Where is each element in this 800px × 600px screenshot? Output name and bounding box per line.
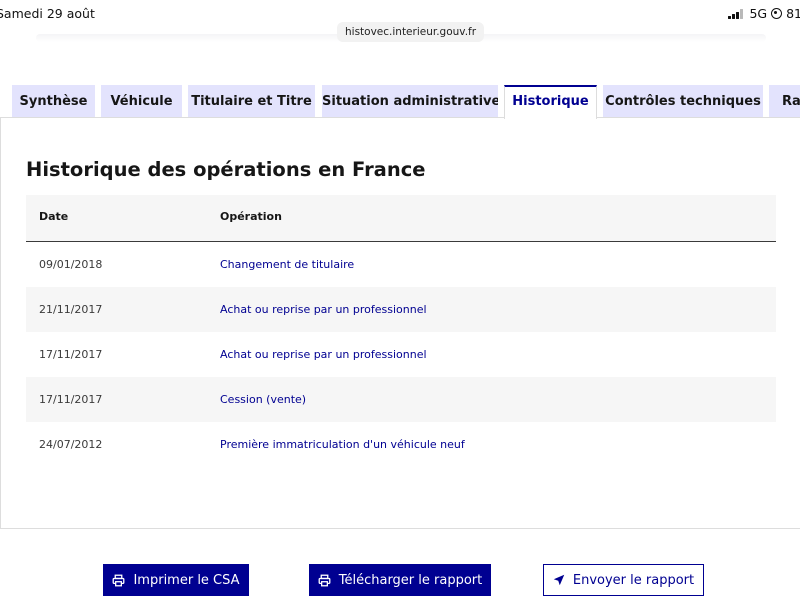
print-csa-button[interactable]: Imprimer le CSA bbox=[103, 564, 249, 596]
print-csa-label: Imprimer le CSA bbox=[133, 572, 240, 588]
tab-bar: Synthèse Véhicule Titulaire et Titre Sit… bbox=[0, 85, 800, 119]
row-date: 09/01/2018 bbox=[39, 258, 103, 271]
tab-situation-administrative[interactable]: Situation administrative bbox=[322, 85, 498, 118]
page-title: Historique des opérations en France bbox=[26, 158, 426, 181]
row-date: 24/07/2012 bbox=[39, 438, 103, 451]
printer-icon bbox=[318, 574, 331, 586]
column-header-date: Date bbox=[39, 210, 69, 223]
row-operation: Achat ou reprise par un professionnel bbox=[220, 348, 427, 361]
row-date: 17/11/2017 bbox=[39, 393, 103, 406]
send-report-label: Envoyer le rapport bbox=[572, 572, 695, 588]
table-header: Date Opération bbox=[26, 195, 776, 242]
row-date: 17/11/2017 bbox=[39, 348, 103, 361]
table-row: 21/11/2017 Achat ou reprise par un profe… bbox=[26, 287, 776, 332]
signal-strength-icon bbox=[728, 8, 744, 19]
tab-vehicule[interactable]: Véhicule bbox=[101, 85, 182, 118]
send-arrow-icon bbox=[553, 574, 565, 586]
download-report-label: Télécharger le rapport bbox=[338, 572, 483, 588]
tab-synthese[interactable]: Synthèse bbox=[12, 85, 95, 118]
printer-icon bbox=[113, 574, 125, 586]
status-indicators: 5G 81 bbox=[728, 6, 800, 21]
table-row: 17/11/2017 Achat ou reprise par un profe… bbox=[26, 332, 776, 377]
row-date: 21/11/2017 bbox=[39, 303, 103, 316]
row-operation: Achat ou reprise par un professionnel bbox=[220, 303, 427, 316]
download-report-button[interactable]: Télécharger le rapport bbox=[309, 564, 491, 596]
tab-historique[interactable]: Historique bbox=[504, 85, 597, 119]
battery-level: 81 bbox=[786, 6, 800, 21]
send-report-button[interactable]: Envoyer le rapport bbox=[543, 564, 704, 596]
network-type: 5G bbox=[749, 6, 768, 21]
history-table: Date Opération 09/01/2018 Changement de … bbox=[26, 195, 776, 467]
table-row: 17/11/2017 Cession (vente) bbox=[26, 377, 776, 422]
tab-titulaire-titre[interactable]: Titulaire et Titre bbox=[188, 85, 315, 118]
history-panel: Historique des opérations en France Date… bbox=[0, 117, 800, 529]
column-header-operation: Opération bbox=[220, 210, 282, 223]
tab-controles-techniques[interactable]: Contrôles techniques bbox=[603, 85, 763, 118]
table-row: 09/01/2018 Changement de titulaire bbox=[26, 242, 776, 287]
location-icon bbox=[771, 8, 783, 19]
row-operation: Changement de titulaire bbox=[220, 258, 355, 271]
row-operation: Cession (vente) bbox=[220, 393, 307, 406]
tab-rapport[interactable]: Rapport bbox=[769, 85, 800, 118]
url-bar[interactable]: histovec.interieur.gouv.fr bbox=[337, 22, 485, 42]
table-row: 24/07/2012 Première immatriculation d'un… bbox=[26, 422, 776, 467]
row-operation: Première immatriculation d'un véhicule n… bbox=[220, 438, 465, 451]
status-date: Samedi 29 août bbox=[0, 6, 95, 21]
